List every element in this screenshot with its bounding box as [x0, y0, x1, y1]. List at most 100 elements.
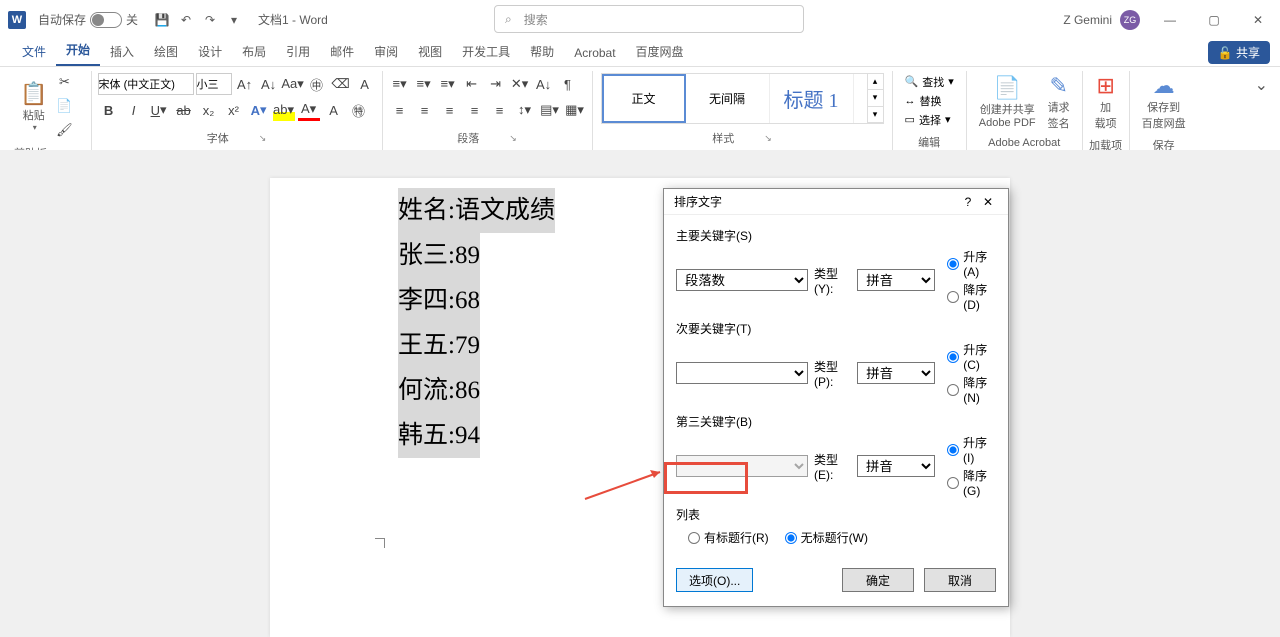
asc-a-radio[interactable]: 升序(A)	[947, 248, 996, 279]
collapse-ribbon-icon[interactable]: ⌄	[1251, 71, 1272, 150]
tab-review[interactable]: 审阅	[364, 37, 408, 66]
tab-home[interactable]: 开始	[56, 35, 100, 66]
dec-indent-icon[interactable]: ⇤	[461, 73, 483, 95]
font-name-select[interactable]	[98, 73, 194, 95]
secondary-type-select[interactable]: 拼音	[857, 362, 935, 384]
text-line[interactable]: 张三:89	[398, 233, 480, 278]
asc-i-radio[interactable]: 升序(I)	[947, 434, 996, 465]
align-center-icon[interactable]: ≡	[414, 99, 436, 121]
text-line[interactable]: 李四:68	[398, 278, 480, 323]
text-line[interactable]: 韩五:94	[398, 413, 480, 458]
borders-icon[interactable]: ▦▾	[564, 99, 586, 121]
inc-indent-icon[interactable]: ⇥	[485, 73, 507, 95]
tab-help[interactable]: 帮助	[520, 37, 564, 66]
align-dist-icon[interactable]: ≡	[489, 99, 511, 121]
bold-icon[interactable]: B	[98, 99, 120, 121]
minimize-button[interactable]: —	[1148, 0, 1192, 39]
tab-acrobat[interactable]: Acrobat	[564, 40, 625, 66]
text-direction-icon[interactable]: ✕▾	[509, 73, 531, 95]
header-row-radio[interactable]: 有标题行(R)	[688, 529, 769, 546]
dialog-help-icon[interactable]: ?	[958, 195, 978, 209]
select-button[interactable]: ▭ 选择 ▾	[905, 111, 954, 128]
paste-button[interactable]: 📋 粘贴 ▾	[14, 71, 53, 141]
secondary-field-select[interactable]	[676, 362, 808, 384]
redo-icon[interactable]: ↷	[198, 8, 222, 32]
bullets-icon[interactable]: ≡▾	[389, 73, 411, 95]
ok-button[interactable]: 确定	[842, 568, 914, 592]
align-right-icon[interactable]: ≡	[439, 99, 461, 121]
desc-d-radio[interactable]: 降序(D)	[947, 281, 996, 312]
paragraph-launcher-icon[interactable]: ↘	[509, 133, 517, 144]
tab-insert[interactable]: 插入	[100, 37, 144, 66]
align-justify-icon[interactable]: ≡	[464, 99, 486, 121]
text-line[interactable]: 姓名:语文成绩	[398, 188, 555, 233]
line-spacing-icon[interactable]: ↕▾	[514, 99, 536, 121]
copy-icon[interactable]: 📄	[53, 95, 75, 117]
dialog-close-icon[interactable]: ✕	[978, 195, 998, 209]
numbering-icon[interactable]: ≡▾	[413, 73, 435, 95]
no-header-row-radio[interactable]: 无标题行(W)	[785, 529, 868, 546]
desc-n-radio[interactable]: 降序(N)	[947, 374, 996, 405]
find-button[interactable]: 🔍 查找 ▾	[905, 73, 954, 90]
superscript-icon[interactable]: x²	[223, 99, 245, 121]
clear-format-icon[interactable]: ⌫	[330, 73, 352, 95]
tab-layout[interactable]: 布局	[232, 37, 276, 66]
autosave-toggle[interactable]: 自动保存 关	[38, 11, 138, 28]
text-effects-icon[interactable]: A▾	[248, 99, 270, 121]
sort-icon[interactable]: A↓	[533, 73, 555, 95]
cancel-button[interactable]: 取消	[924, 568, 996, 592]
shading-icon[interactable]: ▤▾	[539, 99, 561, 121]
text-line[interactable]: 王五:79	[398, 323, 480, 368]
replace-button[interactable]: ↔ 替换	[905, 92, 954, 109]
font-color-icon[interactable]: A▾	[298, 99, 320, 121]
change-case-icon[interactable]: Aa▾	[282, 73, 304, 95]
options-button[interactable]: 选项(O)...	[676, 568, 753, 592]
tab-baidu[interactable]: 百度网盘	[626, 37, 694, 66]
strikethrough-icon[interactable]: ab	[173, 99, 195, 121]
asc-c-radio[interactable]: 升序(C)	[947, 341, 996, 372]
third-field-select[interactable]	[676, 455, 808, 477]
document-content[interactable]: 姓名:语文成绩 张三:89 李四:68 王五:79 何流:86 韩五:94	[398, 188, 555, 458]
font-size-select[interactable]	[196, 73, 232, 95]
request-sign-button[interactable]: ✎ 请求 签名	[1042, 71, 1076, 133]
tab-file[interactable]: 文件	[12, 37, 56, 66]
style-normal[interactable]: 正文	[602, 74, 686, 123]
gallery-up-icon[interactable]: ▴	[867, 74, 883, 90]
text-line[interactable]: 何流:86	[398, 368, 480, 413]
format-painter-icon[interactable]: 🖌	[53, 119, 75, 141]
styles-launcher-icon[interactable]: ↘	[764, 133, 772, 144]
share-button[interactable]: 🔓 共享	[1208, 41, 1270, 64]
gallery-down-icon[interactable]: ▾	[867, 90, 883, 106]
gallery-more-icon[interactable]: ▾	[867, 107, 883, 123]
close-button[interactable]: ✕	[1236, 0, 1280, 39]
cut-icon[interactable]: ✂	[53, 71, 75, 93]
create-pdf-button[interactable]: 📄 创建并共享 Adobe PDF	[973, 71, 1042, 133]
undo-icon[interactable]: ↶	[174, 8, 198, 32]
tab-references[interactable]: 引用	[276, 37, 320, 66]
show-marks-icon[interactable]: ¶	[557, 73, 579, 95]
save-icon[interactable]: 💾	[150, 8, 174, 32]
highlight-icon[interactable]: ab▾	[273, 99, 295, 121]
tab-draw[interactable]: 绘图	[144, 37, 188, 66]
font-launcher-icon[interactable]: ↘	[259, 133, 267, 144]
toggle-switch[interactable]	[90, 12, 122, 28]
user-info[interactable]: Z Gemini ZG	[1063, 10, 1140, 30]
tab-design[interactable]: 设计	[188, 37, 232, 66]
third-type-select[interactable]: 拼音	[857, 455, 935, 477]
qat-dropdown-icon[interactable]: ▾	[222, 8, 246, 32]
shrink-font-icon[interactable]: A↓	[258, 73, 280, 95]
desc-g-radio[interactable]: 降序(G)	[947, 467, 996, 498]
tab-mailings[interactable]: 邮件	[320, 37, 364, 66]
tab-view[interactable]: 视图	[408, 37, 452, 66]
save-baidu-button[interactable]: ☁ 保存到 百度网盘	[1136, 71, 1192, 133]
grow-font-icon[interactable]: A↑	[234, 73, 256, 95]
dialog-titlebar[interactable]: 排序文字 ? ✕	[664, 189, 1008, 215]
align-left-icon[interactable]: ≡	[389, 99, 411, 121]
style-nospacing[interactable]: 无间隔	[686, 74, 770, 123]
enclose-icon[interactable]: ㊕	[348, 99, 370, 121]
tab-developer[interactable]: 开发工具	[452, 37, 520, 66]
primary-type-select[interactable]: 拼音	[857, 269, 935, 291]
underline-icon[interactable]: U▾	[148, 99, 170, 121]
maximize-button[interactable]: ▢	[1192, 0, 1236, 39]
search-input[interactable]: ⌕ 搜索	[494, 5, 804, 33]
